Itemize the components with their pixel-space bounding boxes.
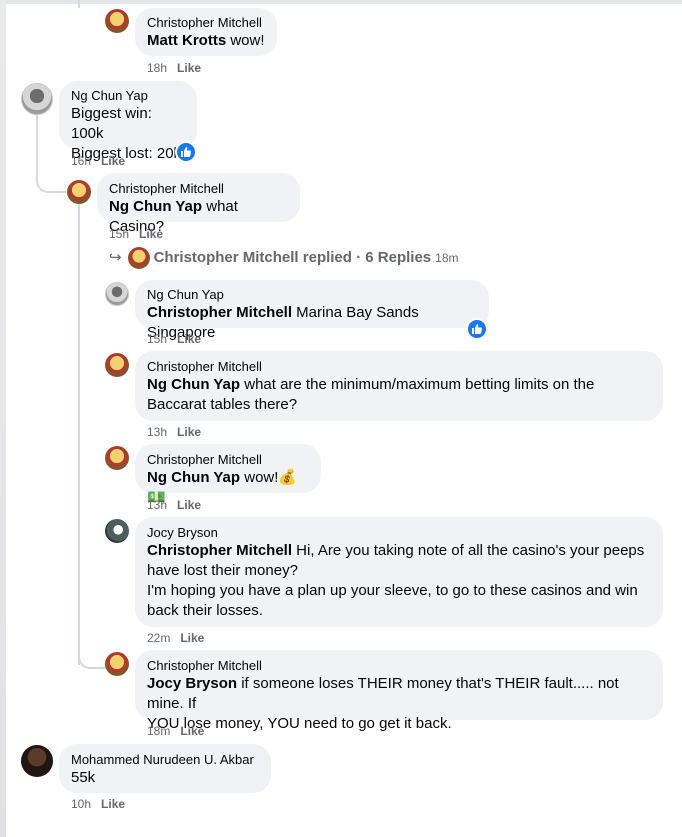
like-button[interactable]: Like bbox=[177, 425, 201, 439]
like-button[interactable]: Like bbox=[180, 724, 204, 738]
comment-bubble: Mohammed Nurudeen U. Akbar 55k bbox=[59, 744, 271, 793]
comment-meta: 18m Like bbox=[147, 724, 204, 738]
comment-text: wow! bbox=[226, 32, 265, 49]
comment-text: I'm hoping you have a plan up your sleev… bbox=[147, 582, 638, 599]
comment-time[interactable]: 15h bbox=[109, 227, 129, 241]
comment-text: have lost their money? bbox=[147, 562, 298, 579]
comment-bubble: Ng Chun Yap Biggest win: 100k Biggest lo… bbox=[59, 81, 197, 162]
comment-author[interactable]: Jocy Bryson bbox=[147, 525, 651, 541]
comment-author[interactable]: Christopher Mitchell bbox=[109, 181, 288, 197]
comment-text: back their losses. bbox=[147, 602, 263, 619]
view-replies-link[interactable]: ↪ Christopher Mitchell replied · 6 Repli… bbox=[109, 247, 458, 269]
like-button[interactable]: Like bbox=[177, 498, 201, 512]
reply-arrow-icon: ↪ bbox=[109, 249, 122, 266]
comment-author[interactable]: Christopher Mitchell bbox=[147, 452, 309, 468]
replies-count-text[interactable]: Christopher Mitchell replied · 6 Replies bbox=[154, 248, 432, 268]
avatar[interactable] bbox=[105, 652, 129, 676]
avatar bbox=[127, 247, 150, 269]
comment-bubble: Christopher Mitchell Ng Chun Yap wow!💰💵 bbox=[135, 444, 321, 506]
comment-bubble: Christopher Mitchell Matt Krotts wow! bbox=[135, 8, 277, 56]
avatar[interactable] bbox=[21, 745, 53, 777]
comment-author[interactable]: Christopher Mitchell bbox=[147, 658, 651, 674]
thread-curve bbox=[78, 645, 106, 669]
comment-author[interactable]: Mohammed Nurudeen U. Akbar bbox=[71, 752, 259, 768]
comment-meta: 10h Like bbox=[71, 797, 125, 811]
avatar[interactable] bbox=[105, 9, 129, 33]
avatar[interactable] bbox=[105, 519, 129, 543]
like-icon[interactable] bbox=[175, 141, 197, 163]
comment-time[interactable]: 10h bbox=[71, 797, 91, 811]
mention-link[interactable]: Jocy Bryson bbox=[147, 675, 237, 692]
comment-text: Biggest win: 100k bbox=[71, 105, 152, 142]
comment-author[interactable]: Ng Chun Yap bbox=[71, 88, 185, 104]
mention-link[interactable]: Ng Chun Yap bbox=[147, 469, 240, 486]
avatar[interactable] bbox=[67, 180, 91, 204]
thread-line bbox=[78, 0, 80, 8]
comment-meta: 18h Like bbox=[147, 61, 201, 75]
window-left-edge bbox=[0, 0, 6, 837]
comment-text: 55k bbox=[71, 769, 96, 786]
comment-text: what are the minimum/maximum betting lim… bbox=[240, 376, 595, 393]
like-button[interactable]: Like bbox=[180, 631, 204, 645]
comment-bubble: Ng Chun Yap Christopher Mitchell Marina … bbox=[135, 280, 489, 341]
like-icon[interactable] bbox=[466, 318, 488, 340]
avatar[interactable] bbox=[21, 83, 53, 115]
comment-author[interactable]: Ng Chun Yap bbox=[147, 287, 477, 303]
comment-author[interactable]: Christopher Mitchell bbox=[147, 359, 651, 375]
comment-time[interactable]: 16h bbox=[71, 154, 91, 168]
comment-bubble: Jocy Bryson Christopher Mitchell Hi, Are… bbox=[135, 517, 663, 627]
comment-text: YOU lose money, YOU need to go get it ba… bbox=[147, 715, 452, 732]
like-button[interactable]: Like bbox=[101, 154, 125, 168]
comment-meta: 22m Like bbox=[147, 631, 204, 645]
comment-bubble: Christopher Mitchell Jocy Bryson if some… bbox=[135, 650, 663, 732]
thread-line bbox=[78, 203, 80, 665]
replies-time: 18m bbox=[435, 251, 459, 265]
comment-meta: 15h Like bbox=[147, 332, 201, 346]
comment-time[interactable]: 13h bbox=[147, 498, 167, 512]
comment-meta: 13h Like bbox=[147, 498, 201, 512]
mention-link[interactable]: Ng Chun Yap bbox=[147, 376, 240, 393]
like-button[interactable]: Like bbox=[177, 61, 201, 75]
comment-bubble: Christopher Mitchell Ng Chun Yap what ar… bbox=[135, 351, 663, 421]
top-divider bbox=[6, 0, 682, 4]
comment-meta: 13h Like bbox=[147, 425, 201, 439]
comment-meta: 16h Like bbox=[71, 154, 125, 168]
comment-time[interactable]: 18m bbox=[147, 724, 170, 738]
mention-link[interactable]: Christopher Mitchell bbox=[147, 304, 292, 321]
like-button[interactable]: Like bbox=[101, 797, 125, 811]
avatar[interactable] bbox=[105, 353, 129, 377]
avatar[interactable] bbox=[105, 282, 129, 306]
comment-author[interactable]: Christopher Mitchell bbox=[147, 15, 265, 31]
mention-link[interactable]: Ng Chun Yap bbox=[109, 198, 202, 215]
comment-time[interactable]: 13h bbox=[147, 425, 167, 439]
mention-link[interactable]: Matt Krotts bbox=[147, 32, 226, 49]
comment-time[interactable]: 15h bbox=[147, 332, 167, 346]
comment-time[interactable]: 18h bbox=[147, 61, 167, 75]
like-button[interactable]: Like bbox=[139, 227, 163, 241]
comment-time[interactable]: 22m bbox=[147, 631, 170, 645]
comment-text: Hi, Are you taking note of all the casin… bbox=[292, 542, 645, 559]
comment-bubble: Christopher Mitchell Ng Chun Yap what Ca… bbox=[97, 173, 300, 235]
mention-link[interactable]: Christopher Mitchell bbox=[147, 542, 292, 559]
like-button[interactable]: Like bbox=[177, 332, 201, 346]
avatar[interactable] bbox=[105, 446, 129, 470]
comment-text: Baccarat tables there? bbox=[147, 396, 298, 413]
comment-meta: 15h Like bbox=[109, 227, 163, 241]
